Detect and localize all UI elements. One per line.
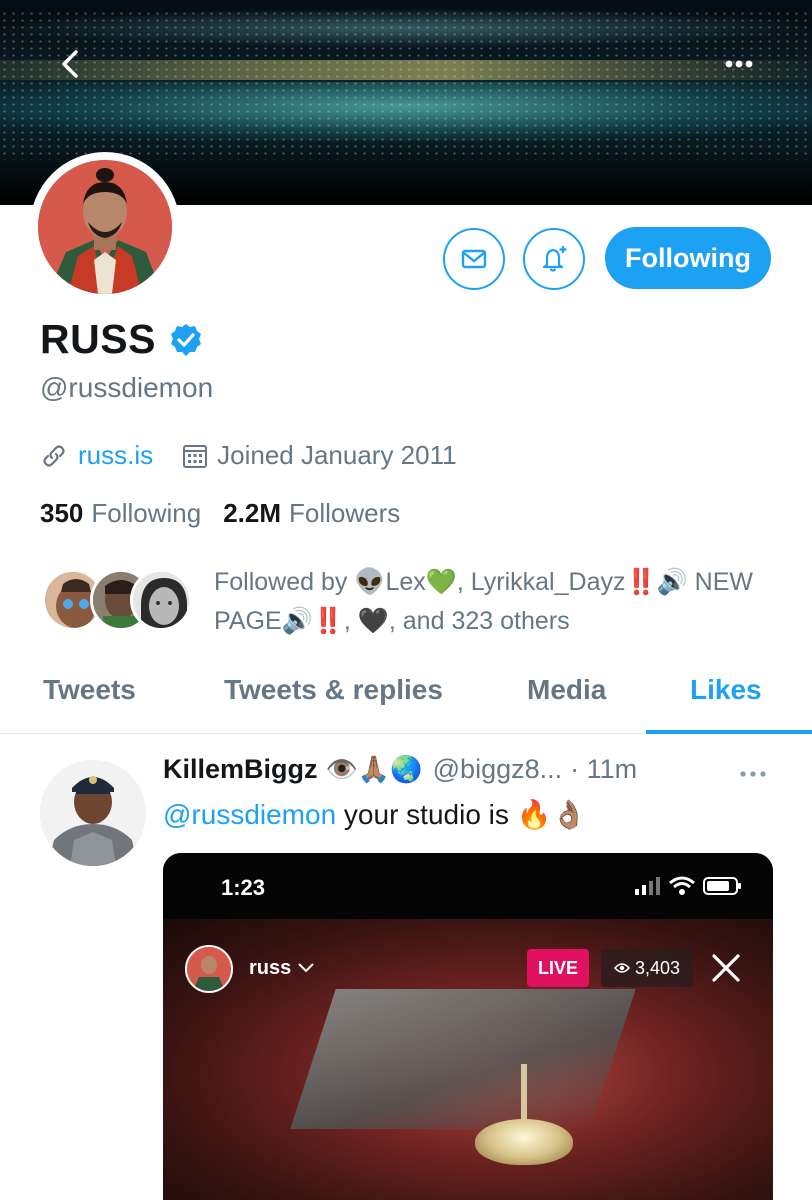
tab-likes[interactable]: Likes xyxy=(690,674,762,706)
tweet-author-emojis: 👁️🙏🏽🌏 xyxy=(325,754,423,784)
link-icon xyxy=(43,444,65,467)
profile-name: RUSS xyxy=(40,316,156,362)
battery-icon xyxy=(703,877,741,895)
followed-by-text: Followed by 👽Lex💚, Lyrikkal_Dayz‼️🔊 NEW … xyxy=(214,568,754,635)
chandelier xyxy=(475,1119,573,1165)
following-count: 350 xyxy=(40,498,84,528)
tweet-header: KillemBiggz 👁️🙏🏽🌏 @biggz8... · 11m xyxy=(163,754,773,785)
live-username: russ xyxy=(249,957,315,980)
tweet-author-name[interactable]: KillemBiggz xyxy=(163,754,318,785)
verified-badge-icon xyxy=(170,323,201,356)
profile-handle: @russdiemon xyxy=(40,372,214,403)
wifi-icon xyxy=(669,876,695,895)
followed-by-section[interactable]: Followed by 👽Lex💚, Lyrikkal_Dayz‼️🔊 NEW … xyxy=(42,563,782,643)
back-button[interactable] xyxy=(54,46,88,82)
viewer-count: 3,403 xyxy=(601,949,693,987)
tweet-text-body: your studio is 🔥👌🏽 xyxy=(336,799,587,830)
profile-name-row: RUSS xyxy=(40,316,204,363)
message-button[interactable] xyxy=(443,228,505,290)
tweet-options-button[interactable] xyxy=(736,764,770,784)
joined-date: Joined January 2011 xyxy=(217,440,457,470)
more-horizontal-icon xyxy=(725,60,753,68)
avatar-image xyxy=(38,160,172,294)
live-badge: LIVE xyxy=(527,949,589,987)
eye-icon xyxy=(613,963,630,973)
followers-count-link[interactable]: 2.2M Followers xyxy=(223,498,400,529)
envelope-icon xyxy=(461,249,487,269)
more-horizontal-icon xyxy=(740,771,766,777)
followers-label: Followers xyxy=(289,498,401,528)
tweet-text: @russdiemon your studio is 🔥👌🏽 xyxy=(163,798,586,831)
profile-avatar[interactable] xyxy=(30,152,180,302)
tab-tweets-and-replies[interactable]: Tweets & replies xyxy=(224,674,443,706)
tweet-timestamp[interactable]: · 11m xyxy=(570,754,637,785)
media-status-time: 1:23 xyxy=(221,875,266,900)
close-icon xyxy=(712,954,740,982)
tweet-mention-link[interactable]: @russdiemon xyxy=(163,799,336,830)
viewer-count-text: 3,403 xyxy=(634,957,681,978)
profile-website-link[interactable]: russ.is xyxy=(78,440,153,471)
tab-tweets[interactable]: Tweets xyxy=(43,674,136,706)
more-options-button[interactable] xyxy=(718,50,760,78)
signal-icon xyxy=(635,877,660,895)
profile-meta: russ.is Joined January 2011 xyxy=(40,440,457,471)
active-tab-indicator xyxy=(646,730,812,734)
tab-media[interactable]: Media xyxy=(527,674,606,706)
tweet-author-handle[interactable]: @biggz8... xyxy=(433,754,562,785)
profile-tabs: Tweets Tweets & replies Media Likes xyxy=(0,662,812,734)
media-status-bar: 1:23 xyxy=(163,853,773,919)
calendar-icon xyxy=(183,444,208,468)
following-label: Following xyxy=(91,498,202,528)
following-count-link[interactable]: 350 Following xyxy=(40,498,201,529)
bell-plus-icon xyxy=(542,246,567,272)
ceiling-shape xyxy=(290,989,636,1129)
tweet-media[interactable]: 1:23 russ LIVE 3,403 xyxy=(163,853,773,1200)
chevron-down-icon xyxy=(298,963,314,973)
profile-stats: 350 Following 2.2M Followers xyxy=(40,498,400,529)
chandelier-rope xyxy=(521,1064,527,1124)
live-user-avatar xyxy=(185,945,233,993)
live-username-text: russ xyxy=(249,957,292,979)
notifications-button[interactable] xyxy=(523,228,585,290)
follower-avatar xyxy=(130,569,192,631)
followers-count: 2.2M xyxy=(223,498,282,528)
following-button[interactable]: Following xyxy=(605,227,771,289)
banner-phone-lights xyxy=(0,10,812,160)
tweet-author-avatar[interactable] xyxy=(40,760,146,866)
chevron-left-icon xyxy=(62,50,78,78)
